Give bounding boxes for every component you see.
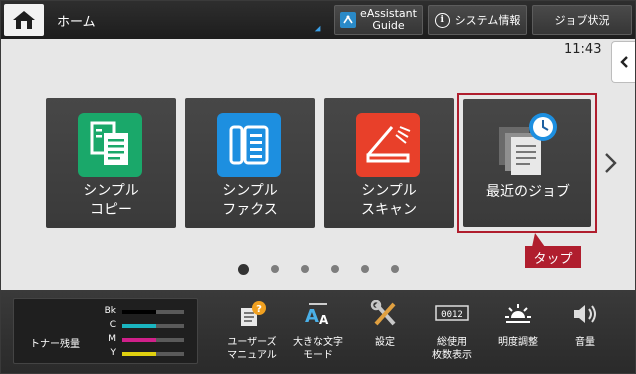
- eassistant-guide-label: eAssistant Guide: [360, 8, 417, 32]
- page-dot[interactable]: [331, 265, 339, 273]
- fax-icon: [217, 113, 281, 177]
- tap-callout: タップ: [525, 246, 581, 268]
- page-title: ホーム: [57, 15, 96, 30]
- job-status-label: ジョブ状況: [554, 14, 610, 27]
- toner-label: トナー残量: [30, 339, 80, 350]
- toner-level-bar: [122, 324, 184, 328]
- next-page-button[interactable]: [603, 151, 619, 179]
- home-button[interactable]: [4, 4, 44, 36]
- settings-button[interactable]: 設定: [357, 290, 413, 373]
- large-text-line1: 大きな文字: [293, 337, 343, 348]
- tile-simple-scan-line2: スキャン: [361, 202, 417, 218]
- large-text-label: 大きな文字 モード: [288, 336, 348, 362]
- page-dot[interactable]: [391, 265, 399, 273]
- side-panel-tab[interactable]: [611, 41, 635, 83]
- eassistant-line2: Guide: [372, 19, 405, 32]
- tile-simple-fax-line1: シンプル: [222, 183, 278, 199]
- tile-simple-fax[interactable]: シンプル ファクス: [185, 98, 315, 228]
- tile-simple-scan[interactable]: シンプル スキャン: [324, 98, 454, 228]
- tools-icon: [370, 300, 400, 328]
- toner-level-bar: [122, 352, 184, 356]
- svg-text:A: A: [305, 306, 319, 327]
- page-dot[interactable]: [238, 263, 249, 275]
- speaker-icon: [570, 300, 600, 328]
- toner-level-fill: [122, 310, 157, 314]
- tile-simple-copy-line1: シンプル: [83, 183, 139, 199]
- tile-simple-scan-line1: シンプル: [361, 183, 417, 199]
- system-info-label: システム情報: [454, 14, 521, 27]
- toner-level-panel[interactable]: トナー残量 Bk C M Y: [13, 298, 198, 364]
- page-dot[interactable]: [271, 265, 279, 273]
- usage-line1: 総使用: [437, 337, 467, 348]
- large-text-line2: モード: [303, 350, 333, 361]
- tile-simple-copy-line2: コピー: [90, 202, 132, 218]
- page-dot[interactable]: [301, 265, 309, 273]
- user-manual-button[interactable]: ? ユーザーズ マニュアル: [223, 290, 281, 373]
- user-manual-line2: マニュアル: [227, 350, 277, 361]
- title-corner-marker: [314, 25, 324, 35]
- page-indicator: [238, 263, 421, 275]
- system-info-button[interactable]: i システム情報: [428, 5, 527, 35]
- page-dot[interactable]: [361, 265, 369, 273]
- screen-frame: ホーム eAssistant Guide i システム情報 ジョブ状況 11:4…: [0, 0, 636, 374]
- user-manual-line1: ユーザーズ: [227, 337, 277, 348]
- usage-counter-digits: 0012: [441, 310, 463, 320]
- user-manual-label: ユーザーズ マニュアル: [223, 336, 281, 362]
- tile-simple-copy[interactable]: シンプル コピー: [46, 98, 176, 228]
- usage-count-button[interactable]: 0012 総使用 枚数表示: [421, 290, 483, 373]
- usage-line2: 枚数表示: [432, 350, 472, 361]
- brightness-label: 明度調整: [498, 337, 538, 348]
- toner-level-bar: [122, 310, 184, 314]
- large-text-icon: A A: [303, 300, 333, 328]
- toner-row: Bk: [94, 306, 194, 318]
- brightness-icon: [503, 300, 533, 328]
- toner-row: Y: [94, 348, 194, 360]
- volume-button[interactable]: 音量: [557, 290, 613, 373]
- tile-recent-jobs-label: 最近のジョブ: [486, 184, 570, 200]
- toner-color-name: M: [108, 334, 116, 344]
- info-icon: i: [434, 12, 450, 28]
- usage-count-label: 総使用 枚数表示: [421, 336, 483, 362]
- large-text-mode-button[interactable]: A A 大きな文字 モード: [288, 290, 348, 373]
- eassistant-icon: [340, 12, 357, 28]
- top-bar: ホーム eAssistant Guide i システム情報 ジョブ状況: [1, 1, 635, 39]
- volume-label: 音量: [575, 337, 595, 348]
- tile-recent-jobs[interactable]: 最近のジョブ: [463, 99, 591, 227]
- home-icon: [13, 11, 35, 29]
- bottom-bar: トナー残量 Bk C M Y ? ユーザーズ マニュアル A A 大きな文字 モ…: [1, 290, 635, 373]
- toner-row: M: [94, 334, 194, 346]
- toner-level-bar: [122, 338, 184, 342]
- svg-text:A: A: [319, 313, 329, 327]
- toner-color-name: Bk: [104, 306, 116, 316]
- scan-icon: [356, 113, 420, 177]
- chevron-right-icon: [605, 153, 617, 173]
- chevron-left-icon: [619, 56, 628, 68]
- job-status-button[interactable]: ジョブ状況: [532, 5, 632, 35]
- tile-simple-fax-line2: ファクス: [222, 202, 278, 218]
- settings-label: 設定: [375, 337, 395, 348]
- user-manual-icon: ?: [237, 300, 267, 328]
- recent-jobs-icon: [493, 109, 557, 175]
- eassistant-guide-button[interactable]: eAssistant Guide: [334, 5, 423, 35]
- toner-color-name: C: [109, 320, 116, 330]
- toner-level-fill: [122, 352, 157, 356]
- toner-row: C: [94, 320, 194, 332]
- svg-text:?: ?: [256, 304, 262, 315]
- counter-icon: 0012: [435, 300, 469, 328]
- toner-level-fill: [122, 324, 157, 328]
- clock: 11:43: [564, 42, 602, 57]
- toner-level-fill: [122, 338, 157, 342]
- tap-callout-pointer: [532, 233, 545, 247]
- copy-icon: [78, 113, 142, 177]
- brightness-button[interactable]: 明度調整: [489, 290, 547, 373]
- toner-color-name: Y: [110, 348, 117, 358]
